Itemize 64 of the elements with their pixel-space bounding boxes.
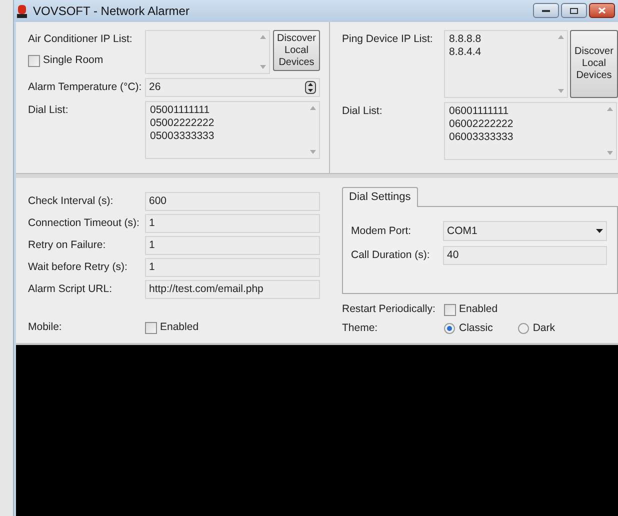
list-line: 8.8.8.8 <box>449 33 482 46</box>
field-label: Dial List: <box>28 103 70 118</box>
maximize-button[interactable] <box>561 3 587 18</box>
scroll-down-icon[interactable] <box>558 89 564 93</box>
text-field[interactable]: http://test.com/email.php <box>145 280 320 299</box>
radio-button[interactable] <box>444 323 455 334</box>
scroll-up-icon[interactable] <box>260 35 266 39</box>
field-label: Alarm Temperature (°C): <box>28 81 143 94</box>
checkbox[interactable] <box>444 304 456 316</box>
list-field[interactable]: 8.8.8.8 8.8.4.4 <box>444 30 568 98</box>
radio-label: Classic <box>459 322 493 335</box>
list-line: 06001111111 <box>449 105 510 118</box>
scroll-down-icon[interactable] <box>260 65 266 69</box>
field-label: Call Duration (s): <box>351 249 431 262</box>
radio-label: Dark <box>532 322 556 335</box>
field-label: Mobile: <box>28 321 63 334</box>
field-label: Ping Device IP List: <box>342 32 434 47</box>
checkbox-label: Single Room <box>43 54 104 67</box>
list-line: 05002222222 <box>150 117 216 130</box>
close-icon <box>598 7 606 14</box>
field-label: Connection Timeout (s): <box>28 217 140 230</box>
alarm-light-icon <box>17 4 27 18</box>
discover-button[interactable]: Discover Local Devices <box>273 30 320 71</box>
field-label: Restart Periodically: <box>342 303 436 316</box>
checkbox-label: Enabled <box>459 303 498 316</box>
close-button[interactable] <box>589 3 615 18</box>
field-label: Wait before Retry (s): <box>28 261 128 274</box>
field-label: Check Interval (s): <box>28 195 114 208</box>
list-line: 05001111111 <box>150 104 211 117</box>
checkbox-label: Enabled <box>160 321 199 334</box>
field-label: Dial List: <box>342 104 384 119</box>
dropdown[interactable]: COM1 <box>443 221 607 241</box>
field-label: Modem Port: <box>351 224 412 238</box>
text-field[interactable]: 1 <box>145 214 320 233</box>
list-field[interactable] <box>145 30 270 74</box>
window-title: VOVSOFT - Network Alarmer <box>33 3 190 20</box>
checkbox[interactable] <box>145 322 157 334</box>
tab[interactable]: Dial Settings <box>342 187 418 207</box>
text-field[interactable]: 1 <box>145 236 320 255</box>
field-label: Theme: <box>342 322 379 335</box>
text-field[interactable]: 1 <box>145 258 320 277</box>
field-label: Alarm Script URL: <box>28 283 114 296</box>
list-field[interactable]: 06001111111 06002222222 06003333333 <box>444 102 617 160</box>
text-field[interactable]: 26 <box>145 78 320 97</box>
minimize-button[interactable] <box>533 3 559 18</box>
discover-button[interactable]: Discover Local Devices <box>570 30 618 98</box>
text-field[interactable]: 40 <box>443 246 607 265</box>
list-line: 05003333333 <box>150 130 216 143</box>
scroll-down-icon[interactable] <box>310 150 316 154</box>
list-field[interactable]: 05001111111 05002222222 05003333333 <box>145 101 320 159</box>
field-label: Retry on Failure: <box>28 239 107 252</box>
radio-button[interactable] <box>518 323 529 334</box>
dropdown-arrow-icon[interactable] <box>596 229 603 233</box>
list-line: 06002222222 <box>449 118 514 131</box>
list-line: 8.8.4.4 <box>449 46 482 59</box>
scroll-up-icon[interactable] <box>607 107 613 111</box>
scroll-up-icon[interactable] <box>310 106 316 110</box>
list-line: 06003333333 <box>449 131 514 144</box>
text-field[interactable]: 600 <box>145 192 320 211</box>
field-label: Air Conditioner IP List: <box>28 33 134 46</box>
spin-buttons-icon[interactable] <box>305 81 316 94</box>
scroll-down-icon[interactable] <box>607 151 613 155</box>
scroll-up-icon[interactable] <box>558 35 564 39</box>
checkbox[interactable] <box>28 54 40 66</box>
